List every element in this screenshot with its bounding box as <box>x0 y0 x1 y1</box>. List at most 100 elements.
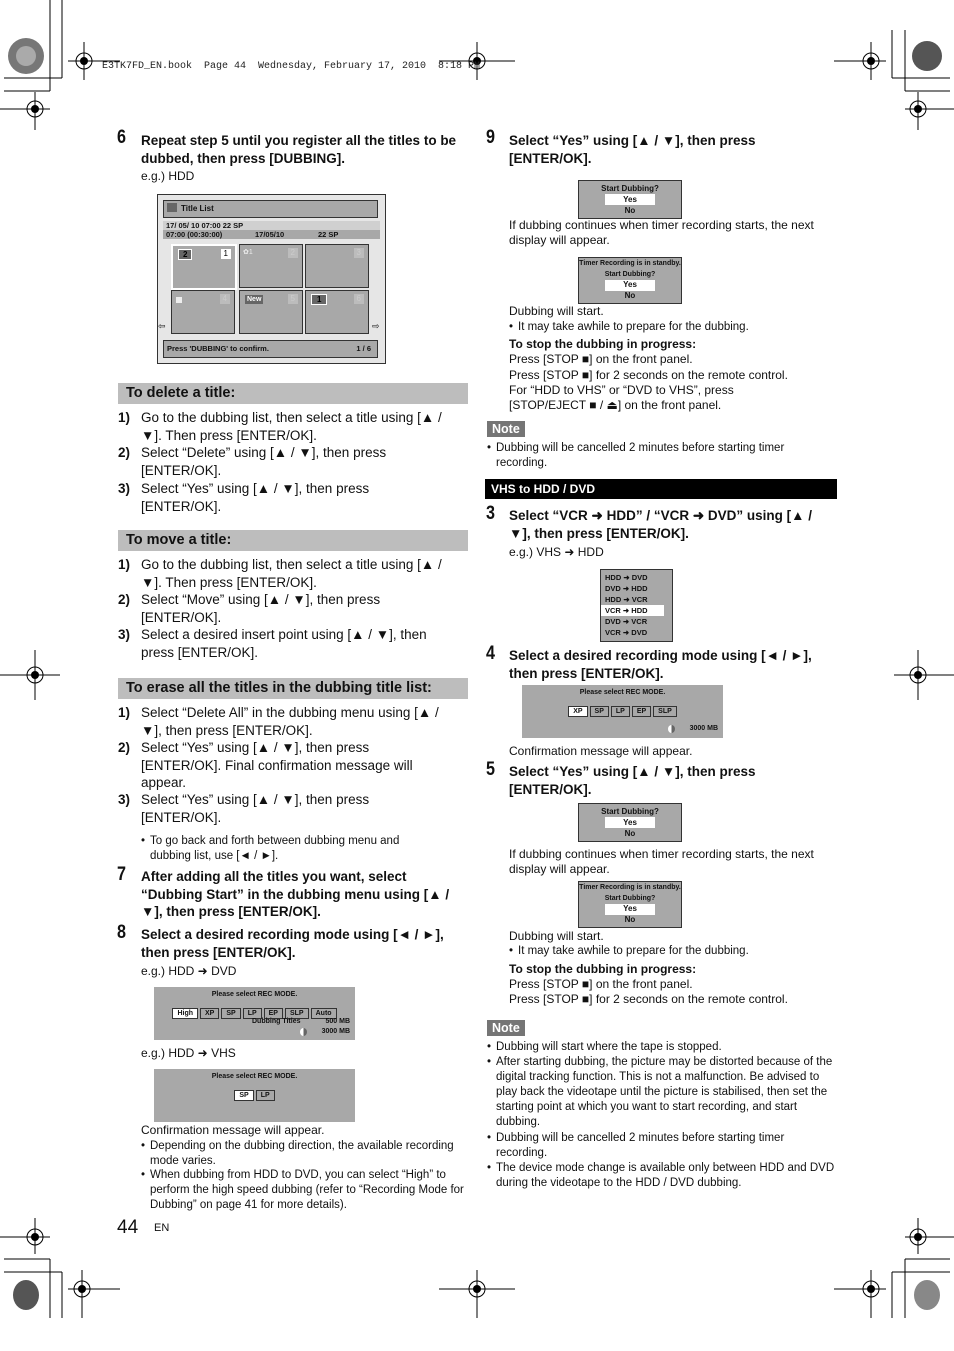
menu-item[interactable]: HDD ➜ VCR <box>601 594 672 605</box>
stop-heading: To stop the dubbing in progress: <box>509 337 697 351</box>
crosshair-icon <box>0 1218 50 1254</box>
arrow-left-icon[interactable]: ⇦ <box>158 321 166 332</box>
no-option[interactable]: No <box>579 828 681 839</box>
dubbing-titles-label: Dubbing Titles <box>252 1018 301 1025</box>
step-text: Select a desired recording mode using [◄… <box>141 927 444 960</box>
rec-mode-option[interactable]: SP <box>589 706 609 717</box>
rec-mode-option[interactable]: SLP <box>653 706 677 717</box>
tile-number: 5 <box>287 294 298 304</box>
new-badge: New <box>245 295 264 304</box>
disc-capacity-icon <box>300 1028 307 1036</box>
rec-mode-option[interactable]: LP <box>610 706 630 717</box>
menu-item[interactable]: HDD ➜ DVD <box>601 572 672 583</box>
title-tile[interactable]: ✿1 2 <box>239 244 303 288</box>
note-badge: Note <box>487 421 525 437</box>
step-number: 5 <box>486 759 495 780</box>
menu-item[interactable]: VCR ➜ DVD <box>601 627 672 638</box>
crosshair-icon <box>905 1218 954 1254</box>
title-tile[interactable]: 1 6 <box>305 290 369 334</box>
menu-item[interactable]: DVD ➜ VCR <box>601 616 672 627</box>
title-tile[interactable]: New 5 <box>239 290 303 334</box>
crosshair-icon <box>439 1270 515 1318</box>
rec-mode-option[interactable]: EP <box>631 706 652 717</box>
tile-number: 6 <box>353 294 364 304</box>
lock-icon <box>176 297 182 303</box>
title-tile[interactable]: 2 1 <box>171 244 237 290</box>
dialog-line: Timer Recording is in standby. <box>579 260 681 267</box>
tile-number: 1 <box>220 249 231 259</box>
crosshair-icon <box>68 1270 120 1318</box>
free-space: 3000 MB <box>321 1028 350 1035</box>
screen-title: Please select REC MODE. <box>211 1073 298 1080</box>
screen-title: Please select REC MODE. <box>579 689 666 696</box>
no-option[interactable]: No <box>579 205 681 216</box>
tile-badge: 2 <box>178 249 193 260</box>
timer-text: If dubbing continues when timer recordin… <box>509 218 814 248</box>
stop-instruction: Press [STOP ■] on the front panel. <box>509 977 693 991</box>
print-header: E3TK7FD_EN.book Page 44 Wednesday, Febru… <box>102 61 481 72</box>
tile-badge: 1 <box>311 294 328 305</box>
title-tile[interactable]: 3 <box>305 244 369 288</box>
step-text: Select “VCR ➜ HDD” / “VCR ➜ DVD” using [… <box>509 508 813 541</box>
yes-option[interactable]: Yes <box>605 817 655 828</box>
crosshair-icon <box>894 650 954 700</box>
stop-heading: To stop the dubbing in progress: <box>509 962 697 976</box>
no-option[interactable]: No <box>579 915 681 926</box>
menu-item[interactable]: DVD ➜ HDD <box>601 583 672 594</box>
dialog-title: Start Dubbing? <box>601 807 659 816</box>
confirmation-text: Confirmation message will appear. <box>141 1123 325 1137</box>
disc-capacity-icon <box>668 725 675 733</box>
rec-mode-screen: Please select REC MODE. XP SP LP EP SLP 3000… <box>522 685 723 738</box>
step-number: 6 <box>117 127 126 148</box>
yes-option[interactable]: Yes <box>605 194 655 205</box>
stop-instruction: [STOP/EJECT ■ / ⏏] on the front panel. <box>509 398 722 412</box>
crosshair-icon <box>834 42 886 80</box>
titles-size: 500 MB <box>325 1018 350 1025</box>
rec-mode-option[interactable]: SP <box>221 1008 241 1019</box>
step-number: 7 <box>117 864 126 885</box>
title-list-header: Title List <box>163 200 378 218</box>
info-line-2: 07:00 (00:30:00) 17/05/10 22 SP <box>163 230 380 239</box>
section-heading: To delete a title: <box>118 383 468 404</box>
stop-instruction: Press [STOP ■] on the front panel. <box>509 352 693 366</box>
rec-mode-option[interactable]: High <box>172 1008 198 1019</box>
tile-number: 2 <box>287 248 298 258</box>
status-text: Dubbing will start. <box>509 929 604 943</box>
arrow-right-icon[interactable]: ⇨ <box>372 321 380 332</box>
start-dubbing-dialog: Start Dubbing? Yes No <box>578 180 682 219</box>
dialog-title: Start Dubbing? <box>601 184 659 193</box>
crosshair-icon <box>0 92 50 130</box>
confirmation-text: Confirmation message will appear. <box>509 744 693 758</box>
example-label: e.g.) HDD <box>141 169 195 183</box>
example-label: e.g.) VHS ➜ HDD <box>509 545 604 559</box>
rec-mode-screen: Please select REC MODE. High XP SP LP EP SLP A… <box>154 987 355 1040</box>
menu-item[interactable]: VCR ➜ HDD <box>601 605 664 616</box>
dialog-title: Start Dubbing? <box>604 270 656 278</box>
yes-option[interactable]: Yes <box>605 280 655 291</box>
dialog-title: Start Dubbing? <box>604 894 656 902</box>
rec-mode-option[interactable]: SP <box>234 1090 254 1101</box>
stop-instruction: Press [STOP ■] for 2 seconds on the remo… <box>509 992 788 1006</box>
color-target-icon <box>912 41 942 71</box>
title-list-footer: Press 'DUBBING' to confirm. 1 / 6 <box>163 340 378 358</box>
title-tile[interactable]: 4 <box>171 290 235 334</box>
color-target-icon <box>914 1280 940 1310</box>
mode-options: XP SP LP EP SLP <box>522 700 723 718</box>
screen-title: Please select REC MODE. <box>211 991 298 998</box>
yes-option[interactable]: Yes <box>605 904 655 915</box>
title-list-screen: Title List 17/ 05/ 10 07:00 22 SP 07:00 … <box>157 194 386 364</box>
tile-type-icon: ✿1 <box>243 249 253 256</box>
step-number: 4 <box>486 643 495 664</box>
tile-number: 4 <box>219 294 230 304</box>
no-option[interactable]: No <box>579 291 681 302</box>
section-heading: To move a title: <box>118 530 468 551</box>
rec-mode-option[interactable]: XP <box>200 1008 220 1019</box>
rec-mode-option[interactable]: XP <box>568 706 588 717</box>
rec-mode-screen: Please select REC MODE. SP LP <box>154 1069 355 1122</box>
rec-mode-option[interactable]: LP <box>255 1090 275 1101</box>
note-badge: Note <box>487 1020 525 1036</box>
stop-instruction: For “HDD to VHS” or “DVD to VHS”, press <box>509 383 734 397</box>
step-text: Repeat step 5 until you register all the… <box>141 133 457 166</box>
step-number: 9 <box>486 127 495 148</box>
crosshair-icon <box>834 1270 886 1318</box>
